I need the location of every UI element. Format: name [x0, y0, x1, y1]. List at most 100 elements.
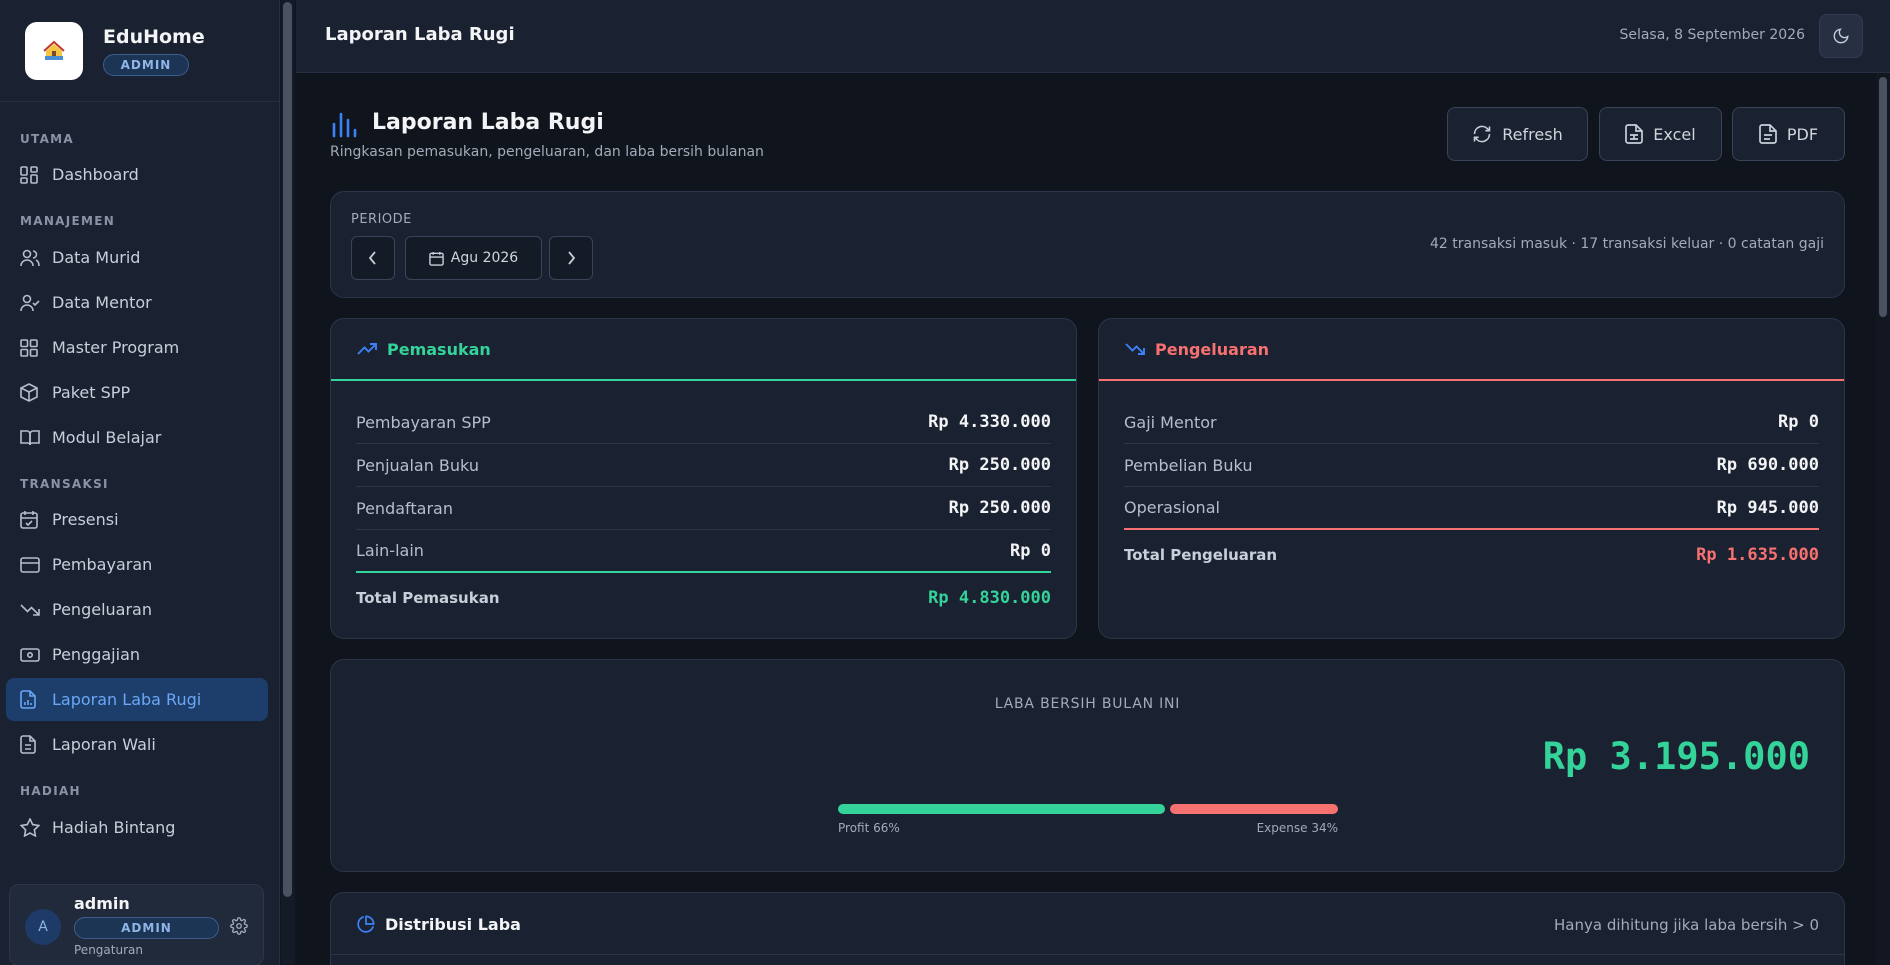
- period-summary: 42 transaksi masuk · 17 transaksi keluar…: [1429, 236, 1824, 252]
- total-label: Total Pengeluaran: [1124, 545, 1278, 564]
- sidebar-item-label: Laporan Wali: [52, 735, 156, 754]
- distribution-card: Distribusi Laba Hanya dihitung jika laba…: [330, 892, 1845, 965]
- main-scrollbar[interactable]: [1876, 73, 1890, 965]
- sidebar-item-dashboard[interactable]: Dashboard: [6, 153, 268, 196]
- sidebar-item-label: Pengeluaran: [52, 600, 152, 619]
- sidebar-item-penggajian[interactable]: Penggajian: [6, 633, 268, 676]
- row-label: Lain-lain: [356, 541, 424, 560]
- brand-role-badge: ADMIN: [103, 54, 189, 76]
- moon-icon: [1833, 28, 1849, 44]
- net-profit-label: LABA BERSIH BULAN INI: [994, 696, 1181, 712]
- expense-row-gaji: Gaji Mentor Rp 0: [1124, 401, 1819, 444]
- package-icon: [20, 383, 40, 403]
- profit-bar-segment: [838, 804, 1165, 814]
- income-row-lain: Lain-lain Rp 0: [356, 530, 1051, 573]
- user-settings-link[interactable]: Pengaturan: [74, 943, 143, 957]
- trending-up-icon: [357, 343, 377, 355]
- trending-down-icon: [20, 600, 40, 620]
- sidebar-item-label: Penggajian: [52, 645, 141, 664]
- excel-label: Excel: [1653, 124, 1696, 144]
- sidebar-item-label: Modul Belajar: [52, 428, 162, 447]
- row-label: Pembayaran SPP: [356, 412, 491, 432]
- sidebar-item-master-program[interactable]: Master Program: [6, 326, 268, 369]
- refresh-icon: [1473, 125, 1491, 143]
- sidebar-item-hadiah-bintang[interactable]: Hadiah Bintang: [6, 806, 268, 849]
- star-icon: [20, 818, 40, 838]
- bar-chart-icon: [332, 112, 357, 138]
- expense-bar-segment: [1169, 804, 1338, 814]
- banknote-icon: [20, 645, 40, 665]
- income-title: Pemasukan: [387, 339, 491, 359]
- net-profit-card: LABA BERSIH BULAN INI Rp 3.195.000 Profi…: [330, 659, 1845, 872]
- main-scrollbar-thumb[interactable]: [1879, 77, 1887, 317]
- sidebar-item-laporan-laba-rugi[interactable]: Laporan Laba Rugi: [6, 678, 268, 721]
- sidebar-divider: [0, 101, 280, 102]
- row-label: Pendaftaran: [356, 498, 453, 518]
- gear-icon[interactable]: [230, 917, 248, 939]
- expense-card: Pengeluaran Gaji Mentor Rp 0 Pembelian B…: [1098, 318, 1845, 639]
- sidebar-item-label: Pembayaran: [52, 555, 153, 574]
- brand-logo: [25, 22, 83, 80]
- period-picker[interactable]: Agu 2026: [405, 236, 542, 280]
- users-icon: [20, 248, 40, 268]
- sidebar-item-pembayaran[interactable]: Pembayaran: [6, 543, 268, 586]
- sidebar-item-label: Dashboard: [52, 165, 139, 184]
- avatar: A: [25, 909, 61, 945]
- row-value: Rp 0: [1010, 540, 1051, 561]
- net-profit-value: Rp 3.195.000: [1542, 735, 1810, 778]
- file-text-icon: [1759, 124, 1777, 144]
- section-hadiah: HADIAH: [20, 784, 81, 798]
- dashboard-icon: [20, 165, 40, 185]
- row-value: Rp 250.000: [948, 498, 1051, 518]
- expense-title: Pengeluaran: [1155, 339, 1270, 359]
- sidebar-item-data-mentor[interactable]: Data Mentor: [6, 281, 268, 324]
- row-value: Rp 0: [1778, 412, 1819, 432]
- expense-header: Pengeluaran: [1099, 319, 1844, 381]
- user-card[interactable]: A admin ADMIN Pengaturan: [9, 884, 264, 965]
- expense-percent-label: Expense 34%: [1256, 821, 1338, 835]
- pdf-label: PDF: [1786, 124, 1819, 144]
- sidebar-item-label: Data Murid: [52, 248, 141, 267]
- row-value: Rp 250.000: [948, 455, 1051, 475]
- sidebar-item-data-murid[interactable]: Data Murid: [6, 236, 268, 279]
- brand[interactable]: EduHome ADMIN: [25, 22, 205, 80]
- expense-row-operasional: Operasional Rp 945.000: [1124, 487, 1819, 530]
- calendar-check-icon: [20, 510, 40, 530]
- section-manajemen: MANAJEMEN: [20, 214, 116, 228]
- income-header: Pemasukan: [331, 319, 1076, 381]
- row-label: Operasional: [1124, 498, 1220, 517]
- row-value: Rp 690.000: [1716, 455, 1819, 475]
- topbar-title: Laporan Laba Rugi: [325, 24, 515, 45]
- pie-chart-icon: [357, 915, 375, 933]
- income-row-buku: Penjualan Buku Rp 250.000: [356, 444, 1051, 487]
- theme-toggle-button[interactable]: [1819, 14, 1863, 58]
- page-title: Laporan Laba Rugi: [372, 110, 604, 135]
- topbar-date: Selasa, 8 September 2026: [1619, 27, 1805, 43]
- credit-card-icon: [20, 555, 40, 575]
- sidebar-item-pengeluaran[interactable]: Pengeluaran: [6, 588, 268, 631]
- sidebar-item-laporan-wali[interactable]: Laporan Wali: [6, 723, 268, 766]
- chevron-right-icon: [568, 251, 576, 265]
- next-period-button[interactable]: [549, 236, 593, 280]
- total-value: Rp 4.830.000: [928, 587, 1051, 608]
- grid-icon: [20, 338, 40, 358]
- row-value: Rp 945.000: [1716, 497, 1819, 518]
- sidebar-scrollbar[interactable]: [281, 0, 295, 965]
- sidebar-item-label: Master Program: [52, 338, 180, 357]
- profit-expense-bar: [838, 804, 1338, 814]
- pdf-button[interactable]: PDF: [1732, 107, 1845, 161]
- income-row-pendaftaran: Pendaftaran Rp 250.000: [356, 487, 1051, 530]
- section-utama: UTAMA: [20, 132, 75, 146]
- sidebar-item-modul-belajar[interactable]: Modul Belajar: [6, 416, 268, 459]
- sidebar-item-label: Data Mentor: [52, 293, 152, 312]
- sidebar-scrollbar-thumb[interactable]: [283, 2, 292, 897]
- file-text-icon: [20, 735, 40, 755]
- sidebar-item-presensi[interactable]: Presensi: [6, 498, 268, 541]
- sidebar-item-label: Laporan Laba Rugi: [52, 690, 202, 709]
- prev-period-button[interactable]: [351, 236, 395, 280]
- distribution-note: Hanya dihitung jika laba bersih > 0: [1554, 916, 1819, 934]
- excel-button[interactable]: Excel: [1599, 107, 1722, 161]
- sidebar-item-paket-spp[interactable]: Paket SPP: [6, 371, 268, 414]
- refresh-button[interactable]: Refresh: [1447, 107, 1588, 161]
- trending-down-icon: [1125, 343, 1145, 355]
